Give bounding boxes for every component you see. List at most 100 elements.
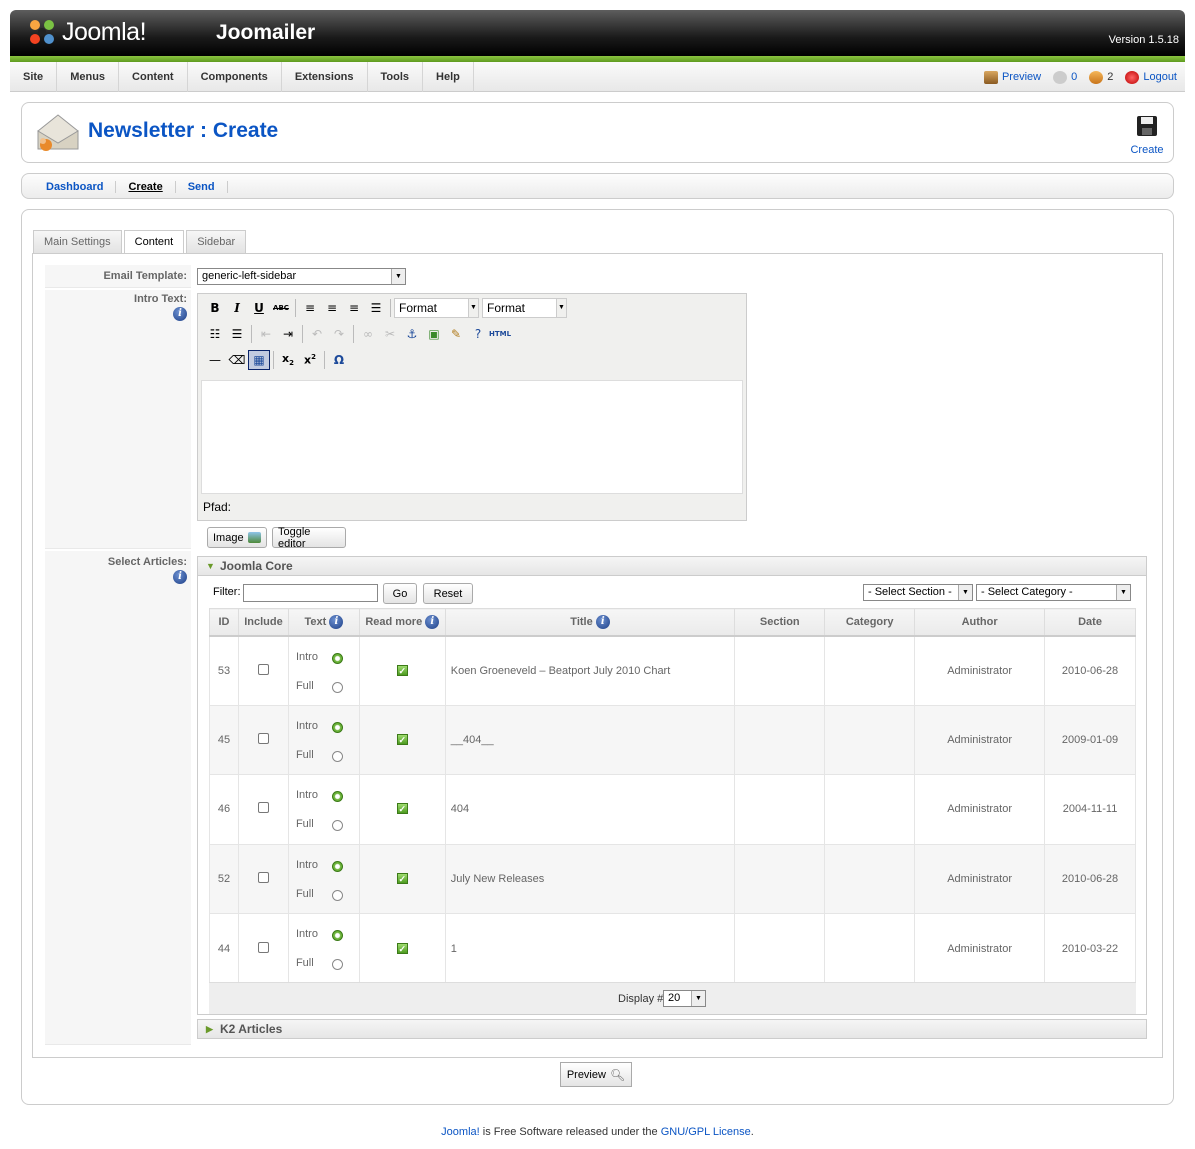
subscript-icon[interactable]: x2 xyxy=(277,350,299,370)
joomla-core-pane-header[interactable]: ▼ Joomla Core xyxy=(197,556,1147,576)
column-header-id[interactable]: ID xyxy=(209,608,239,637)
remove-format-icon[interactable]: ⌫ xyxy=(226,350,248,370)
format-select[interactable]: Format ▼ xyxy=(394,298,479,318)
column-header-include[interactable]: Include xyxy=(237,608,289,637)
menu-help[interactable]: Help xyxy=(423,62,474,92)
align-right-icon[interactable]: ≡ xyxy=(343,298,365,318)
joomla-link[interactable]: Joomla! xyxy=(441,1126,480,1138)
intro-radio[interactable] xyxy=(331,721,343,733)
preview-button[interactable]: Preview 🔍︎ xyxy=(560,1062,632,1087)
include-checkbox[interactable] xyxy=(257,872,269,884)
link-icon[interactable]: ∞ xyxy=(357,324,379,344)
read-more-checkbox[interactable]: ✓ xyxy=(396,803,408,815)
html-source-icon[interactable]: HTML xyxy=(489,324,511,344)
numbered-list-icon[interactable]: ☰ xyxy=(226,324,248,344)
column-header-category[interactable]: Category xyxy=(824,608,916,637)
info-icon[interactable]: i xyxy=(595,614,610,629)
reset-button[interactable]: Reset xyxy=(423,583,473,604)
toolbar-box: Newsletter : Create Create xyxy=(21,102,1174,163)
column-header-title[interactable]: Title i xyxy=(444,608,736,637)
section-select[interactable]: - Select Section - ▼ xyxy=(863,584,973,601)
anchor-icon[interactable]: ⚓ xyxy=(401,324,423,344)
go-button[interactable]: Go xyxy=(383,583,417,604)
info-icon[interactable]: i xyxy=(425,614,440,629)
full-radio[interactable] xyxy=(331,959,343,971)
bold-icon[interactable]: B xyxy=(204,298,226,318)
align-center-icon[interactable]: ≡ xyxy=(321,298,343,318)
column-header-author[interactable]: Author xyxy=(914,608,1046,637)
cleanup-icon[interactable]: ✎ xyxy=(445,324,467,344)
font-format-select[interactable]: Format ▼ xyxy=(482,298,567,318)
messages-count[interactable]: 0 xyxy=(1071,71,1077,83)
info-icon[interactable]: i xyxy=(173,570,187,584)
underline-icon[interactable]: U xyxy=(248,298,270,318)
logout-label[interactable]: Logout xyxy=(1143,71,1177,83)
gpl-license-link[interactable]: GNU/GPL License xyxy=(661,1126,751,1138)
submenu-dashboard[interactable]: Dashboard xyxy=(34,181,117,193)
image-button[interactable]: Image xyxy=(207,527,267,548)
logout-link[interactable]: Logout xyxy=(1125,70,1177,84)
special-character-icon[interactable]: Ω xyxy=(328,350,350,370)
intro-radio[interactable] xyxy=(331,652,343,664)
category-select[interactable]: - Select Category - ▼ xyxy=(976,584,1131,601)
read-more-checkbox[interactable]: ✓ xyxy=(396,733,408,745)
italic-icon[interactable]: I xyxy=(226,298,248,318)
unlink-icon[interactable]: ✂ xyxy=(379,324,401,344)
indent-icon[interactable]: ⇥ xyxy=(277,324,299,344)
menu-extensions[interactable]: Extensions xyxy=(282,62,368,92)
column-header-text[interactable]: Text i xyxy=(287,608,360,637)
create-button[interactable]: Create xyxy=(1127,113,1167,156)
info-icon[interactable]: i xyxy=(329,614,344,629)
intro-radio[interactable] xyxy=(331,930,343,942)
column-header-read-more[interactable]: Read more i xyxy=(358,608,446,637)
menu-site[interactable]: Site xyxy=(10,62,58,92)
filter-input[interactable] xyxy=(243,584,378,602)
display-count-value: 20 xyxy=(668,992,681,1004)
submenu-create[interactable]: Create xyxy=(116,181,176,193)
info-icon[interactable]: i xyxy=(173,307,187,321)
align-left-icon[interactable]: ≡ xyxy=(299,298,321,318)
include-checkbox[interactable] xyxy=(257,663,269,675)
email-template-select[interactable]: generic-left-sidebar ▼ xyxy=(197,268,406,285)
include-checkbox[interactable] xyxy=(257,941,269,953)
tab-sidebar[interactable]: Sidebar xyxy=(186,230,247,253)
bullet-list-icon[interactable]: ☷ xyxy=(204,324,226,344)
preview-link-label[interactable]: Preview xyxy=(1002,71,1041,83)
intro-radio[interactable] xyxy=(331,791,343,803)
preview-link[interactable]: Preview xyxy=(983,70,1041,84)
full-radio[interactable] xyxy=(331,820,343,832)
tab-main-settings[interactable]: Main Settings xyxy=(33,230,122,253)
strikethrough-icon[interactable]: ABC xyxy=(270,298,292,318)
full-radio[interactable] xyxy=(331,889,343,901)
include-checkbox[interactable] xyxy=(257,802,269,814)
toggle-editor-button[interactable]: Toggle editor xyxy=(272,526,346,550)
editor-content-area[interactable] xyxy=(201,380,743,494)
read-more-checkbox[interactable]: ✓ xyxy=(396,664,408,676)
submenu-send[interactable]: Send xyxy=(176,181,228,193)
include-checkbox[interactable] xyxy=(257,732,269,744)
menu-menus[interactable]: Menus xyxy=(57,62,120,92)
align-justify-icon[interactable]: ☰ xyxy=(365,298,387,318)
menu-content[interactable]: Content xyxy=(119,62,188,92)
redo-icon[interactable]: ↷ xyxy=(328,324,350,344)
tab-content[interactable]: Content xyxy=(123,230,185,254)
intro-radio[interactable] xyxy=(331,860,343,872)
read-more-checkbox[interactable]: ✓ xyxy=(396,942,408,954)
menu-tools[interactable]: Tools xyxy=(368,62,424,92)
superscript-icon[interactable]: x2 xyxy=(299,350,321,370)
column-header-date[interactable]: Date xyxy=(1044,608,1136,637)
display-count-select[interactable]: 20 ▼ xyxy=(663,990,706,1007)
visual-aid-icon[interactable]: ▦ xyxy=(248,350,270,370)
outdent-icon[interactable]: ⇤ xyxy=(255,324,277,344)
messages-link[interactable]: 0 xyxy=(1053,70,1077,84)
insert-image-icon[interactable]: ▣ xyxy=(423,324,445,344)
help-icon[interactable]: ? xyxy=(467,324,489,344)
full-radio[interactable] xyxy=(331,750,343,762)
menu-components[interactable]: Components xyxy=(188,62,282,92)
horizontal-rule-icon[interactable]: — xyxy=(204,350,226,370)
full-radio[interactable] xyxy=(331,681,343,693)
undo-icon[interactable]: ↶ xyxy=(306,324,328,344)
read-more-checkbox[interactable]: ✓ xyxy=(396,873,408,885)
k2-articles-pane-header[interactable]: ▶ K2 Articles xyxy=(197,1019,1147,1039)
column-header-section[interactable]: Section xyxy=(734,608,826,637)
